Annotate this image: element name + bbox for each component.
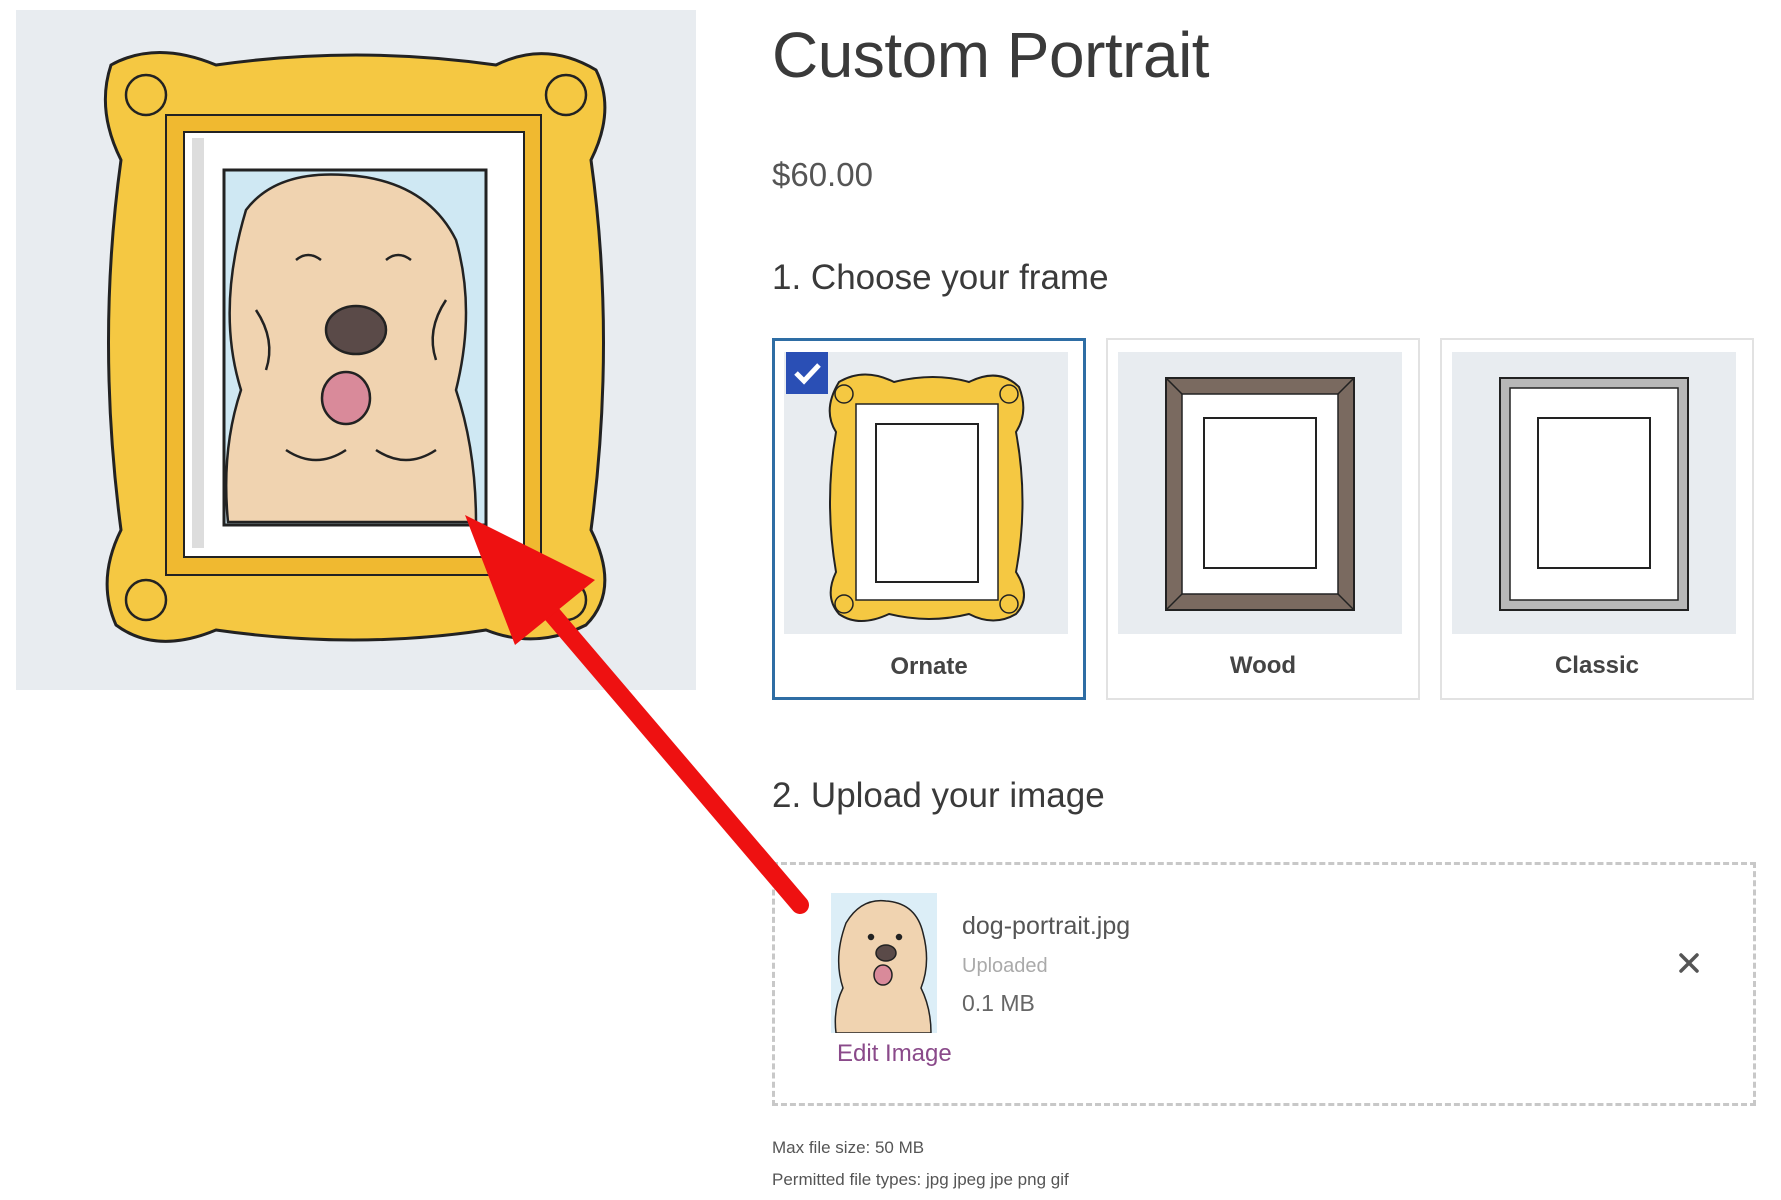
frame-section-heading: 1. Choose your frame (772, 258, 1109, 297)
close-icon[interactable] (1675, 949, 1703, 977)
max-file-size-note: Max file size: 50 MB (772, 1138, 925, 1157)
classic-frame-icon (1452, 352, 1736, 634)
upload-section-heading: 2. Upload your image (772, 776, 1105, 815)
frame-option-label: Classic (1554, 652, 1640, 679)
frame-option-ornate[interactable]: Ornate (772, 338, 1086, 700)
frame-options: Ornate Wood Classic (772, 338, 1756, 702)
permitted-file-types-note: Permitted file types: jpg jpeg jpe png g… (772, 1170, 1069, 1189)
product-image (16, 10, 696, 690)
frame-option-label: Wood (1229, 652, 1297, 679)
check-icon (786, 352, 828, 394)
product-title: Custom Portrait (772, 19, 1210, 91)
file-size: 0.1 MB (962, 990, 1035, 1016)
ornate-frame-icon (784, 352, 1068, 634)
file-name: dog-portrait.jpg (962, 912, 1131, 940)
frame-option-classic[interactable]: Classic (1440, 338, 1754, 700)
upload-dropzone[interactable]: dog-portrait.jpg Uploaded 0.1 MB Edit Im… (772, 862, 1756, 1106)
dog-portrait-image (103, 51, 607, 643)
frame-option-label: Ornate (890, 653, 968, 680)
uploaded-image-thumbnail (831, 893, 937, 1033)
file-status: Uploaded (962, 955, 1048, 977)
wood-frame-icon (1118, 352, 1402, 634)
product-price: $60.00 (772, 156, 873, 193)
edit-image-link[interactable]: Edit Image (837, 1040, 952, 1068)
frame-option-wood[interactable]: Wood (1106, 338, 1420, 700)
